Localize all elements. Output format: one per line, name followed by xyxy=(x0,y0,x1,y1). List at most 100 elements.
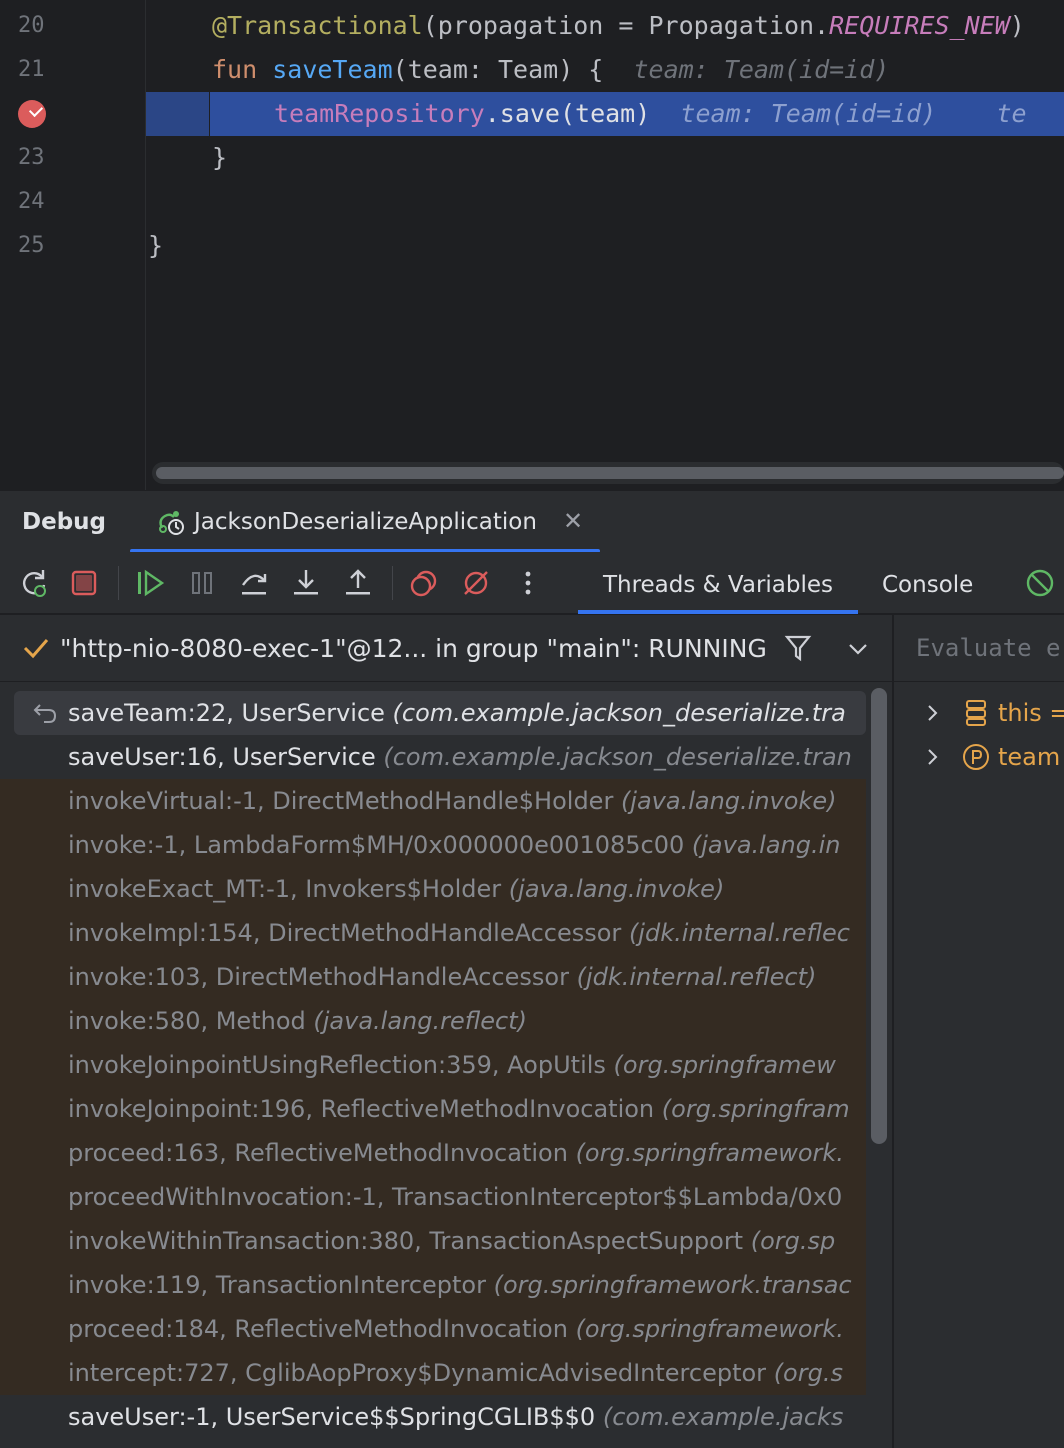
frame-package: (java.lang.reflect) xyxy=(313,1007,527,1035)
frame-method: saveUser:-1, UserService$$SpringCGLIB$$0 xyxy=(68,1403,603,1431)
variables-panel: Evaluate e this = team xyxy=(894,615,1064,1448)
frame-method: proceed:184, ReflectiveMethodInvocation xyxy=(68,1315,576,1343)
function-params: (team: Team) { xyxy=(392,55,604,84)
chevron-down-icon[interactable] xyxy=(846,639,870,659)
frame-method: invoke:-1, LambdaForm$MH/0x000000e001085… xyxy=(68,831,692,859)
frame-list[interactable]: saveTeam:22, UserService (com.example.ja… xyxy=(0,683,866,1448)
frame-row[interactable]: invokeImpl:154, DirectMethodHandleAccess… xyxy=(0,911,866,955)
variable-row-team[interactable]: team xyxy=(894,735,1064,779)
frame-method: invokeExact_MT:-1, Invokers$Holder xyxy=(68,875,509,903)
frame-method: invoke:580, Method xyxy=(68,1007,314,1035)
vertical-scrollbar[interactable] xyxy=(871,688,887,1144)
field-list-icon xyxy=(966,700,986,726)
active-tab-indicator xyxy=(578,610,858,614)
tab-threads-variables[interactable]: Threads & Variables xyxy=(578,552,858,614)
frame-row[interactable]: saveUser:-1, UserService$$SpringCGLIB$$0… xyxy=(0,1395,866,1439)
frames-panel: "http-nio-8080-exec-1"@12... in group "m… xyxy=(0,615,892,1448)
frame-row[interactable]: intercept:727, CglibAopProxy$DynamicAdvi… xyxy=(0,1351,866,1395)
more-options-icon[interactable] xyxy=(512,567,544,599)
annotation: @Transactional xyxy=(212,11,423,40)
breakpoint-icon[interactable] xyxy=(18,100,46,128)
frame-method: invokeJoinpoint:196, ReflectiveMethodInv… xyxy=(68,1095,662,1123)
frame-row[interactable]: invokeJoinpointUsingReflection:359, AopU… xyxy=(0,1043,866,1087)
method-call: .save(team) xyxy=(484,99,651,128)
frame-row[interactable]: invoke:119, TransactionInterceptor (org.… xyxy=(0,1263,866,1307)
line-number-25: 25 xyxy=(18,233,45,258)
thread-selector[interactable]: "http-nio-8080-exec-1"@12... in group "m… xyxy=(0,615,892,682)
rerun-icon[interactable] xyxy=(18,567,50,599)
inline-value-hint-truncated: te xyxy=(996,99,1027,128)
frame-package: (com.example.jackson_deserialize.tra xyxy=(392,699,846,727)
chevron-right-icon[interactable] xyxy=(922,703,942,723)
frame-method: invoke:119, TransactionInterceptor xyxy=(68,1271,494,1299)
frame-row[interactable]: invoke:-1, LambdaForm$MH/0x000000e001085… xyxy=(0,823,866,867)
variable-row-this[interactable]: this = xyxy=(894,691,1064,735)
evaluate-expression-input[interactable]: Evaluate e xyxy=(894,615,1064,682)
frame-package: (org.springframework. xyxy=(575,1315,844,1343)
frame-row[interactable]: saveTeam:22, UserService (com.example.ja… xyxy=(14,691,866,735)
disabled-icon[interactable] xyxy=(1024,567,1056,599)
horizontal-scrollbar[interactable] xyxy=(152,462,1064,484)
frame-row[interactable]: invokeVirtual:-1, DirectMethodHandle$Hol… xyxy=(0,779,866,823)
run-config-tab[interactable]: JacksonDeserializeApplication ✕ xyxy=(130,491,600,553)
frame-package: (java.lang.invoke) xyxy=(620,787,837,815)
frame-row[interactable]: invoke:580, Method (java.lang.reflect) xyxy=(0,999,866,1043)
frame-row[interactable]: invokeWithinTransaction:380, Transaction… xyxy=(0,1219,866,1263)
annotation-args: (propagation = Propagation. xyxy=(422,11,830,40)
toolbar-separator xyxy=(118,566,119,600)
frame-row[interactable]: invokeJoinpoint:196, ReflectiveMethodInv… xyxy=(0,1087,866,1131)
field-reference: teamRepository xyxy=(274,99,485,128)
frame-row[interactable]: proceed:163, ReflectiveMethodInvocation … xyxy=(0,1131,866,1175)
close-icon[interactable]: ✕ xyxy=(560,507,586,535)
toolbar-separator xyxy=(392,566,393,600)
view-breakpoints-icon[interactable] xyxy=(408,567,440,599)
thread-label: "http-nio-8080-exec-1"@12... in group "m… xyxy=(60,634,767,663)
mute-breakpoints-icon[interactable] xyxy=(460,567,492,599)
resume-icon[interactable] xyxy=(134,567,166,599)
parameter-icon xyxy=(963,744,989,770)
frame-package: (java.lang.invoke) xyxy=(508,875,725,903)
frame-row[interactable]: proceedWithInvocation:-1, TransactionInt… xyxy=(0,1175,866,1219)
editor-gutter[interactable]: 20 21 23 24 25 xyxy=(0,0,146,490)
frame-row[interactable]: proceed:184, ReflectiveMethodInvocation … xyxy=(0,1307,866,1351)
constant: REQUIRES_NEW xyxy=(829,11,1010,40)
scrollbar-thumb[interactable] xyxy=(156,467,1064,479)
inline-value-hint: team: Team(id=id) xyxy=(680,99,937,128)
debug-toolbar: Threads & Variables Console xyxy=(0,552,1064,614)
frame-row[interactable]: invoke:103, DirectMethodHandleAccessor (… xyxy=(0,955,866,999)
code-editor[interactable]: 20 21 23 24 25 @Transactional(propagatio… xyxy=(0,0,1064,490)
frame-method: invokeVirtual:-1, DirectMethodHandle$Hol… xyxy=(68,787,621,815)
frame-row[interactable]: invokeExact_MT:-1, Invokers$Holder (java… xyxy=(0,867,866,911)
step-over-icon[interactable] xyxy=(238,567,270,599)
tab-console[interactable]: Console xyxy=(882,552,973,614)
frame-method: invokeImpl:154, DirectMethodHandleAccess… xyxy=(68,919,629,947)
debug-tool-window-header: Debug JacksonDeserializeApplication ✕ xyxy=(0,490,1064,553)
chevron-right-icon[interactable] xyxy=(922,747,942,767)
pause-icon[interactable] xyxy=(186,567,218,599)
tab-label: Console xyxy=(882,572,974,598)
code-line-21[interactable]: fun saveTeam(team: Team) { team: Team(id… xyxy=(146,48,1064,92)
frame-row[interactable]: saveUser:16, UserService (com.example.ja… xyxy=(0,735,866,779)
line-number-21: 21 xyxy=(18,57,45,82)
code-line-20[interactable]: @Transactional(propagation = Propagation… xyxy=(146,4,1064,48)
step-into-icon[interactable] xyxy=(290,567,322,599)
frame-package: (org.springfram xyxy=(661,1095,850,1123)
stop-icon[interactable] xyxy=(68,567,100,599)
frame-method: invokeWithinTransaction:380, Transaction… xyxy=(68,1227,751,1255)
current-execution-line[interactable]: teamRepository.save(team) team: Team(id=… xyxy=(146,92,1064,136)
code-line-23[interactable]: } xyxy=(146,136,1064,180)
closing-brace: } xyxy=(212,143,228,172)
return-arrow-icon xyxy=(33,704,57,723)
closing-brace: } xyxy=(148,231,164,260)
frame-method: proceed:163, ReflectiveMethodInvocation xyxy=(68,1139,576,1167)
annotation-close: ) xyxy=(1009,11,1025,40)
frame-method: saveUser:16, UserService xyxy=(68,743,384,771)
run-config-name: JacksonDeserializeApplication xyxy=(194,509,537,535)
code-line-25[interactable]: } xyxy=(146,224,1064,268)
frame-package: (org.sp xyxy=(750,1227,836,1255)
check-icon xyxy=(23,639,49,659)
frame-package: (org.s xyxy=(773,1359,843,1387)
step-out-icon[interactable] xyxy=(342,567,374,599)
filter-icon[interactable] xyxy=(784,633,812,663)
line-number-23: 23 xyxy=(18,145,45,170)
